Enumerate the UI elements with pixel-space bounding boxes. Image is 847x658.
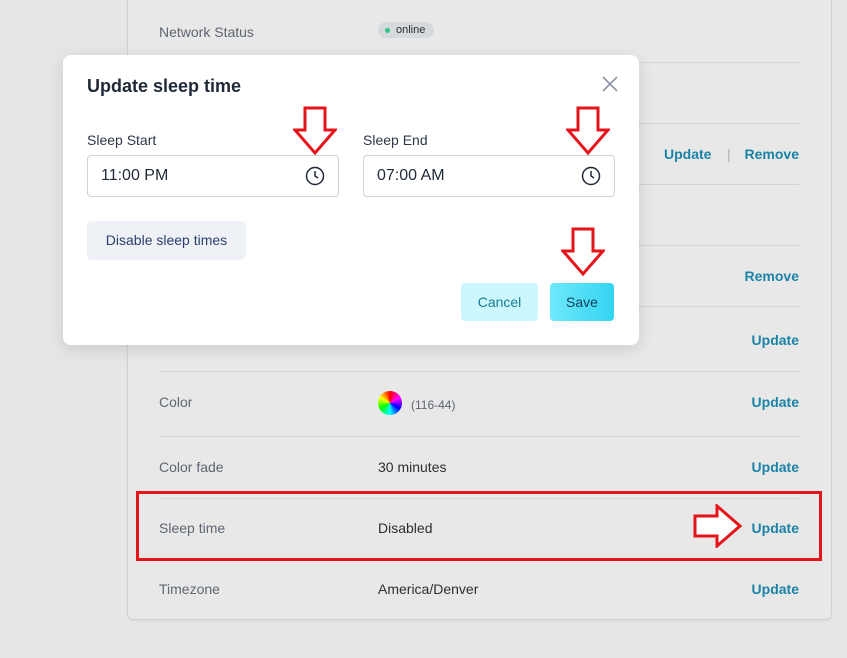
row5-remove-link[interactable]: Remove — [745, 268, 799, 284]
color-row: Color (116-44) Update — [159, 371, 799, 437]
annotation-arrow-down-icon — [293, 106, 337, 156]
sleep-start-label: Sleep Start — [87, 132, 157, 148]
sleep-start-value: 11:00 PM — [101, 167, 169, 184]
timezone-row: Timezone America/Denver Update — [159, 559, 799, 619]
color-label: Color — [159, 394, 193, 410]
clock-icon[interactable] — [305, 166, 325, 186]
network-status-label: Network Status — [159, 24, 254, 40]
sleep-start-input[interactable]: 11:00 PM — [87, 155, 339, 197]
online-dot-icon — [385, 27, 390, 33]
sleep-end-label: Sleep End — [363, 132, 428, 148]
network-status-row: Network Status online — [159, 1, 799, 63]
sleep-end-value: 07:00 AM — [377, 167, 445, 184]
color-fade-label: Color fade — [159, 459, 224, 475]
save-button[interactable]: Save — [550, 283, 614, 321]
timezone-value: America/Denver — [378, 581, 479, 597]
color-fade-value: 30 minutes — [378, 459, 447, 475]
color-fade-row: Color fade 30 minutes Update — [159, 436, 799, 499]
color-wheel-icon — [378, 391, 402, 415]
row3-remove-link[interactable]: Remove — [745, 146, 799, 162]
update-sleep-time-modal: Update sleep time Sleep Start 11:00 PM S… — [63, 55, 639, 345]
sleep-end-input[interactable]: 07:00 AM — [363, 155, 615, 197]
status-badge-text: online — [396, 24, 426, 36]
row3-separator: | — [727, 146, 731, 162]
cancel-button[interactable]: Cancel — [461, 283, 538, 321]
clock-icon[interactable] — [581, 166, 601, 186]
annotation-arrow-down-icon — [561, 227, 605, 277]
color-fade-update-link[interactable]: Update — [752, 459, 799, 475]
status-badge: online — [378, 22, 435, 38]
timezone-update-link[interactable]: Update — [752, 581, 799, 597]
disable-sleep-times-button[interactable]: Disable sleep times — [87, 221, 246, 260]
timezone-label: Timezone — [159, 581, 220, 597]
row3-update-link[interactable]: Update — [664, 146, 711, 162]
color-value: (116-44) — [411, 398, 456, 412]
close-icon[interactable] — [599, 73, 621, 95]
row6-update-link[interactable]: Update — [752, 332, 799, 348]
modal-title: Update sleep time — [87, 76, 242, 96]
annotation-arrow-down-icon — [566, 106, 610, 156]
color-update-link[interactable]: Update — [752, 394, 799, 410]
annotation-arrow-right-icon — [693, 504, 743, 548]
